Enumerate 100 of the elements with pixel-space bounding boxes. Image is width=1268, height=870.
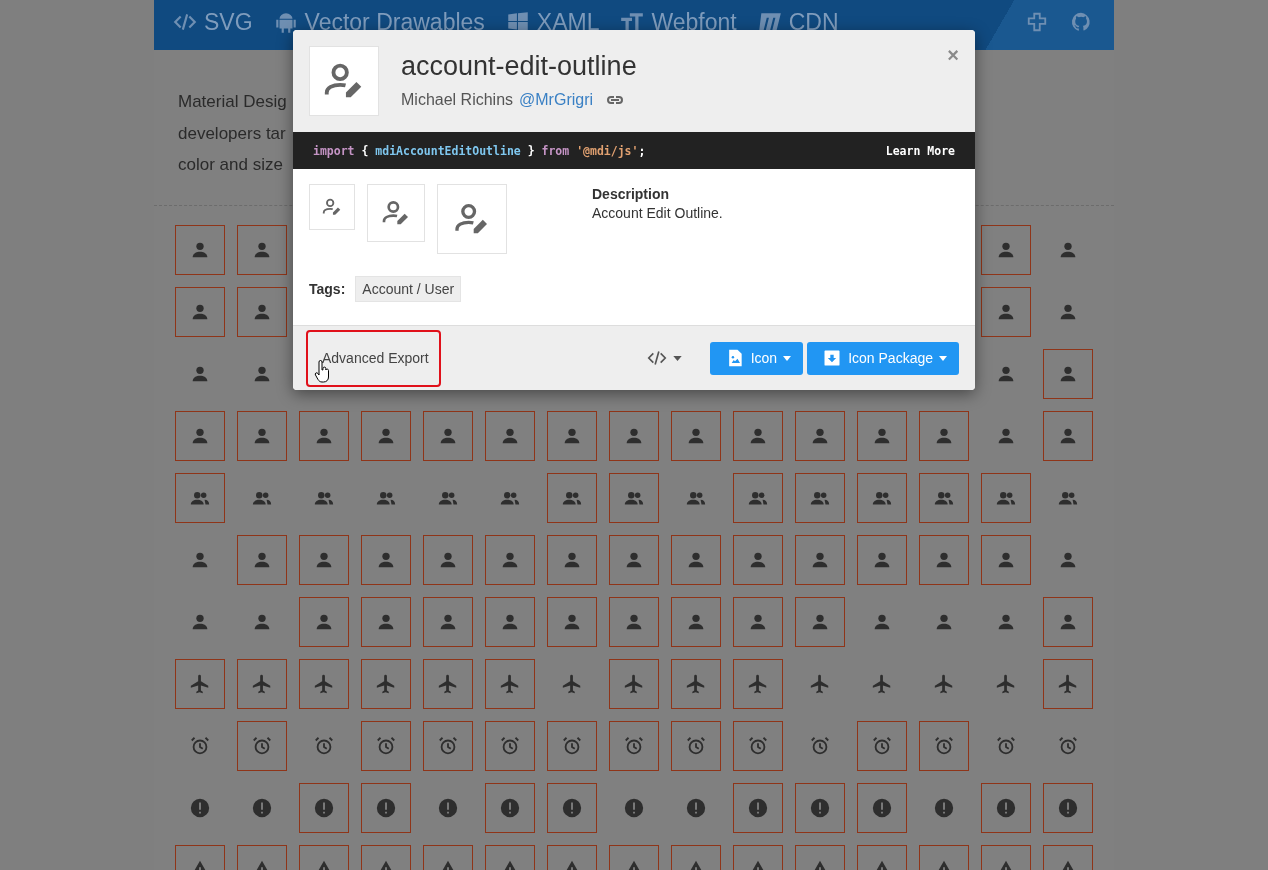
icon-tile[interactable] — [299, 659, 349, 709]
icon-tile[interactable] — [423, 597, 473, 647]
alert-icon — [313, 797, 335, 819]
icon-tile[interactable] — [981, 535, 1031, 585]
icon-tile[interactable] — [919, 535, 969, 585]
icon-tile[interactable] — [671, 659, 721, 709]
icon-tile[interactable] — [485, 411, 535, 461]
nav-link[interactable]: Vector Drawables — [272, 8, 485, 36]
nav-link[interactable]: SVG — [172, 8, 253, 36]
icon-tile[interactable] — [609, 411, 659, 461]
icon-tile[interactable] — [547, 473, 597, 523]
icon-tile[interactable] — [795, 783, 845, 833]
icon-tile[interactable] — [857, 721, 907, 771]
icon-tile[interactable] — [1043, 783, 1093, 833]
icon-tile[interactable] — [237, 721, 287, 771]
icon-tile[interactable] — [609, 659, 659, 709]
icon-tile[interactable] — [609, 535, 659, 585]
icon-tile[interactable] — [733, 783, 783, 833]
icon-tile[interactable] — [1043, 411, 1093, 461]
icon-tile[interactable] — [671, 721, 721, 771]
nav-link[interactable]: CDN — [756, 8, 839, 36]
icon-tile[interactable] — [547, 721, 597, 771]
icon-tile[interactable] — [361, 783, 411, 833]
icon-tile[interactable] — [175, 287, 225, 337]
icon-tile[interactable] — [485, 721, 535, 771]
tag-chip[interactable]: Account / User — [355, 276, 462, 302]
icon-tile[interactable] — [795, 473, 845, 523]
learn-more-link[interactable]: Learn More — [885, 143, 955, 158]
icon-tile[interactable] — [547, 535, 597, 585]
close-button[interactable]: × — [947, 44, 959, 67]
author-link[interactable]: @MrGrigri — [519, 91, 594, 109]
icon-tile[interactable] — [175, 659, 225, 709]
icon-tile[interactable] — [857, 411, 907, 461]
icon-tile[interactable] — [299, 411, 349, 461]
icon-tile[interactable] — [671, 535, 721, 585]
icon-tile[interactable] — [299, 535, 349, 585]
icon-tile[interactable] — [175, 225, 225, 275]
icon-tile[interactable] — [237, 225, 287, 275]
icon-tile[interactable] — [981, 225, 1031, 275]
icon-tile[interactable] — [733, 411, 783, 461]
icon-tile[interactable] — [485, 535, 535, 585]
icon-tile[interactable] — [795, 535, 845, 585]
icon-tile[interactable] — [671, 597, 721, 647]
icon-tile[interactable] — [423, 411, 473, 461]
icon-tile[interactable] — [361, 721, 411, 771]
icon-tile[interactable] — [733, 659, 783, 709]
icon-tile[interactable] — [485, 597, 535, 647]
icon-tile[interactable] — [485, 659, 535, 709]
icon-tile[interactable] — [857, 783, 907, 833]
icon-tile[interactable] — [919, 721, 969, 771]
icon-tile[interactable] — [1043, 597, 1093, 647]
icon-tile[interactable] — [857, 473, 907, 523]
icon-tile[interactable] — [547, 597, 597, 647]
alert-icon — [685, 797, 707, 819]
icon-tile[interactable] — [919, 473, 969, 523]
icon-tile[interactable] — [1043, 349, 1093, 399]
icon-tile[interactable] — [237, 287, 287, 337]
icon-tile[interactable] — [733, 535, 783, 585]
icon-tile[interactable] — [423, 535, 473, 585]
github-icon[interactable] — [1070, 11, 1092, 33]
alert-icon — [809, 797, 831, 819]
description-heading: Description — [592, 186, 670, 202]
icon-tile[interactable] — [175, 411, 225, 461]
icon-tile[interactable] — [733, 473, 783, 523]
icon-tile[interactable] — [671, 411, 721, 461]
nav-link[interactable]: XAML — [504, 8, 600, 36]
icon-tile[interactable] — [423, 721, 473, 771]
icon-tile[interactable] — [795, 597, 845, 647]
icon-tile[interactable] — [609, 597, 659, 647]
icon-tile[interactable] — [609, 473, 659, 523]
nav-link[interactable]: Webfont — [619, 8, 737, 36]
icon-tile[interactable] — [237, 411, 287, 461]
icon-tile[interactable] — [857, 535, 907, 585]
icon-button[interactable]: Icon — [709, 341, 804, 375]
icon-tile[interactable] — [981, 783, 1031, 833]
icon-tile[interactable] — [733, 721, 783, 771]
icon-tile[interactable] — [919, 411, 969, 461]
icon-tile[interactable] — [485, 783, 535, 833]
icon-package-button[interactable]: Icon Package — [807, 341, 959, 375]
icon-tile[interactable] — [547, 783, 597, 833]
icon-tile[interactable] — [237, 659, 287, 709]
icon-tile[interactable] — [423, 659, 473, 709]
icon-tile[interactable] — [361, 411, 411, 461]
advanced-export-button[interactable]: Advanced Export — [306, 329, 441, 387]
icon-tile[interactable] — [361, 597, 411, 647]
icon-tile[interactable] — [609, 721, 659, 771]
icon-tile[interactable] — [299, 783, 349, 833]
icon-tile[interactable] — [299, 597, 349, 647]
airplane-icon — [933, 673, 955, 695]
icon-tile[interactable] — [547, 411, 597, 461]
airplane-icon — [747, 673, 769, 695]
icon-tile[interactable] — [175, 473, 225, 523]
icon-tile[interactable] — [237, 535, 287, 585]
icon-tile[interactable] — [1043, 659, 1093, 709]
icon-tile[interactable] — [795, 411, 845, 461]
icon-tile[interactable] — [361, 535, 411, 585]
icon-tile[interactable] — [981, 287, 1031, 337]
icon-tile[interactable] — [733, 597, 783, 647]
icon-tile[interactable] — [361, 659, 411, 709]
icon-tile[interactable] — [981, 473, 1031, 523]
